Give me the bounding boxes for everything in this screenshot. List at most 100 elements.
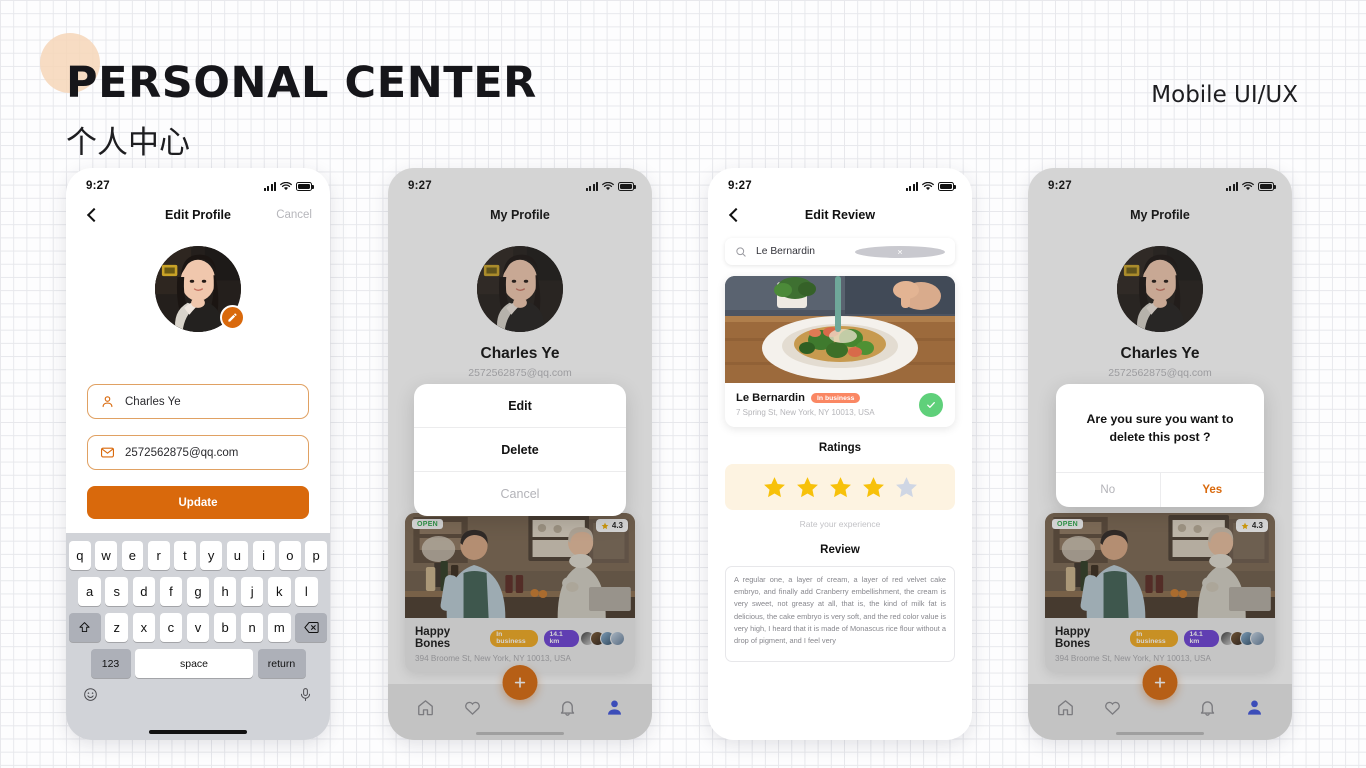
key-b[interactable]: b — [213, 613, 237, 642]
place-address: 7 Spring St, New York, NY 10013, USA — [736, 408, 875, 417]
key-f[interactable]: f — [159, 577, 183, 606]
place-photo — [725, 276, 955, 383]
cellular-signal-icon — [264, 181, 276, 191]
edit-avatar-button[interactable] — [220, 305, 245, 330]
key-h[interactable]: h — [213, 577, 237, 606]
key-y[interactable]: y — [200, 541, 222, 570]
pencil-icon — [228, 313, 237, 322]
place-name: Le Bernardin — [736, 392, 806, 404]
key-c[interactable]: c — [159, 613, 183, 642]
key-m[interactable]: m — [267, 613, 291, 642]
place-card[interactable]: Le Bernardin In business 7 Spring St, Ne… — [725, 276, 955, 427]
clear-search-button[interactable] — [855, 245, 945, 258]
dialog-no-button[interactable]: No — [1056, 472, 1161, 507]
star-icon-1[interactable] — [762, 475, 787, 500]
space-key[interactable]: space — [135, 649, 253, 678]
key-k[interactable]: k — [267, 577, 291, 606]
place-selected-button[interactable] — [919, 393, 943, 417]
nav-title: Edit Review — [804, 208, 876, 222]
key-d[interactable]: d — [132, 577, 156, 606]
action-sheet-item-delete[interactable]: Delete — [414, 428, 626, 472]
numeric-key[interactable]: 123 — [90, 649, 131, 678]
star-icon-2[interactable] — [795, 475, 820, 500]
key-z[interactable]: z — [105, 613, 129, 642]
user-icon — [102, 396, 113, 408]
name-field[interactable]: Charles Ye — [87, 384, 309, 419]
emoji-icon[interactable] — [83, 687, 98, 702]
wifi-icon — [922, 181, 934, 190]
keyboard-row-4: 123 space return — [69, 649, 327, 678]
status-time: 9:27 — [728, 180, 752, 192]
key-e[interactable]: e — [121, 541, 144, 570]
star-icon-5[interactable] — [894, 475, 919, 500]
key-n[interactable]: n — [240, 613, 264, 642]
back-button[interactable] — [84, 206, 102, 224]
email-field-value: 2572562875@qq.com — [125, 446, 239, 459]
dialog-yes-button[interactable]: Yes — [1161, 473, 1265, 507]
nav-title: Edit Profile — [165, 208, 231, 222]
search-icon — [736, 246, 746, 257]
nav-bar: Edit Review — [708, 198, 972, 232]
page-subtitle: 个人中心 — [66, 125, 190, 161]
key-u[interactable]: u — [226, 541, 249, 570]
status-bar: 9:27 — [708, 168, 972, 198]
key-x[interactable]: x — [132, 613, 156, 642]
search-value: Le Bernardin — [756, 246, 815, 257]
ratings-title: Ratings — [818, 442, 862, 454]
key-o[interactable]: o — [279, 541, 301, 570]
search-input[interactable]: Le Bernardin — [725, 238, 955, 265]
action-sheet-item-edit[interactable]: Edit — [414, 384, 626, 428]
key-l[interactable]: l — [295, 577, 318, 606]
star-icon-4[interactable] — [861, 475, 886, 500]
rating-stars[interactable] — [725, 464, 955, 510]
phone-my-profile-action-sheet: 9:27 My Profile Charles Ye 2572562875@qq… — [388, 168, 652, 740]
page-tag: Mobile UI/UX — [1151, 82, 1298, 108]
cellular-signal-icon — [906, 181, 918, 191]
home-indicator — [149, 730, 247, 734]
star-icon-3[interactable] — [828, 475, 853, 500]
update-button[interactable]: Update — [87, 486, 309, 519]
back-button[interactable] — [726, 206, 744, 224]
key-r[interactable]: r — [147, 541, 170, 570]
keyboard-row-1: q w e r t y u i o p — [69, 541, 327, 570]
nav-bar: Edit Profile Cancel — [66, 198, 330, 232]
key-w[interactable]: w — [95, 541, 117, 570]
shift-icon — [79, 622, 91, 633]
rating-hint: Rate your experience — [799, 519, 881, 529]
microphone-icon[interactable] — [298, 687, 313, 702]
shift-key[interactable] — [69, 613, 101, 642]
wifi-icon — [280, 181, 292, 190]
action-sheet: Edit Delete Cancel — [414, 384, 626, 516]
status-time: 9:27 — [86, 180, 110, 192]
return-key[interactable]: return — [257, 649, 306, 678]
mail-icon — [101, 447, 114, 458]
backspace-key[interactable] — [295, 613, 328, 642]
key-p[interactable]: p — [305, 541, 327, 570]
action-sheet-cancel[interactable]: Cancel — [414, 472, 626, 516]
status-bar: 9:27 — [66, 168, 330, 198]
avatar[interactable] — [155, 246, 245, 332]
close-icon — [898, 249, 902, 254]
key-v[interactable]: v — [186, 613, 210, 642]
key-g[interactable]: g — [186, 577, 210, 606]
key-t[interactable]: t — [174, 541, 196, 570]
key-s[interactable]: s — [105, 577, 129, 606]
review-textarea[interactable]: A regular one, a layer of cream, a layer… — [725, 566, 955, 662]
key-a[interactable]: a — [78, 577, 101, 606]
keyboard[interactable]: q w e r t y u i o p a s d f g h j k l z — [66, 533, 330, 740]
keyboard-row-2: a s d f g h j k l — [69, 577, 327, 606]
check-circle-icon — [927, 402, 935, 408]
cancel-button[interactable]: Cancel — [276, 209, 312, 221]
backspace-icon — [303, 622, 319, 633]
review-title: Review — [820, 544, 860, 556]
place-status-chip: In business — [811, 393, 861, 403]
key-q[interactable]: q — [69, 541, 91, 570]
battery-icon — [296, 182, 314, 191]
dialog-message: Are you sure you want to delete this pos… — [1086, 412, 1234, 444]
name-field-value: Charles Ye — [125, 395, 181, 408]
phone-edit-profile: 9:27 Edit Profile Cancel Charles Ye 2572… — [66, 168, 330, 740]
email-field[interactable]: 2572562875@qq.com — [87, 435, 309, 470]
key-j[interactable]: j — [240, 577, 264, 606]
key-i[interactable]: i — [252, 541, 275, 570]
keyboard-row-3: z x c v b n m — [69, 613, 328, 642]
